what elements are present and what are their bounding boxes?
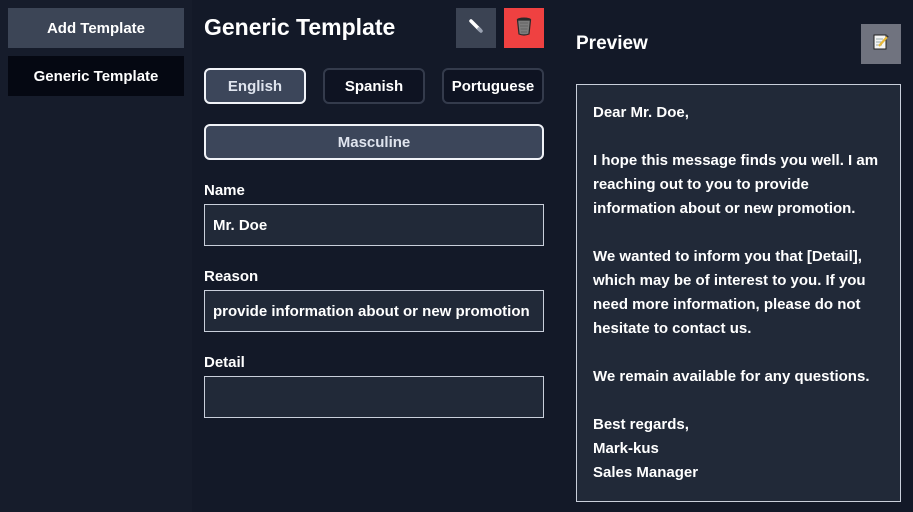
reason-input[interactable] — [204, 290, 544, 332]
edit-template-button[interactable] — [456, 8, 496, 48]
preview-paragraph-1: I hope this message finds you well. I am… — [593, 152, 879, 217]
preview-panel: Preview Dear Mr. Doe, I hope this messag… — [576, 0, 901, 512]
preview-content: Dear Mr. Doe, I hope this message finds … — [576, 84, 901, 502]
template-title: Generic Template — [204, 14, 396, 40]
preview-signature: Best regards, Mark-kus Sales Manager — [593, 413, 884, 485]
gender-toggle-button[interactable]: Masculine — [204, 124, 544, 160]
preview-paragraph-3: We remain available for any questions. — [593, 368, 870, 385]
language-english-button[interactable]: English — [204, 68, 306, 104]
delete-template-button[interactable] — [504, 8, 544, 48]
reason-label: Reason — [204, 268, 259, 285]
preview-signature-name: Mark-kus — [593, 440, 659, 457]
language-portuguese-button[interactable]: Portuguese — [442, 68, 544, 104]
language-spanish-button[interactable]: Spanish — [323, 68, 425, 104]
detail-label: Detail — [204, 354, 245, 371]
add-template-button[interactable]: Add Template — [8, 8, 184, 48]
preview-paragraph-2: We wanted to inform you that [Detail], w… — [593, 248, 866, 337]
name-label: Name — [204, 182, 245, 199]
detail-input[interactable] — [204, 376, 544, 418]
copy-preview-button[interactable] — [861, 24, 901, 64]
name-input[interactable] — [204, 204, 544, 246]
template-editor: Generic Template English Spanish Portugu… — [204, 0, 544, 512]
preview-title: Preview — [576, 33, 648, 54]
sidebar: Add Template Generic Template — [0, 0, 192, 512]
preview-greeting: Dear Mr. Doe, — [593, 104, 689, 121]
preview-closing: Best regards, — [593, 416, 689, 433]
preview-signature-title: Sales Manager — [593, 464, 699, 481]
pencil-icon — [468, 18, 484, 39]
memo-icon — [872, 33, 890, 56]
trash-icon — [515, 16, 533, 41]
sidebar-item-generic-template[interactable]: Generic Template — [8, 56, 184, 96]
